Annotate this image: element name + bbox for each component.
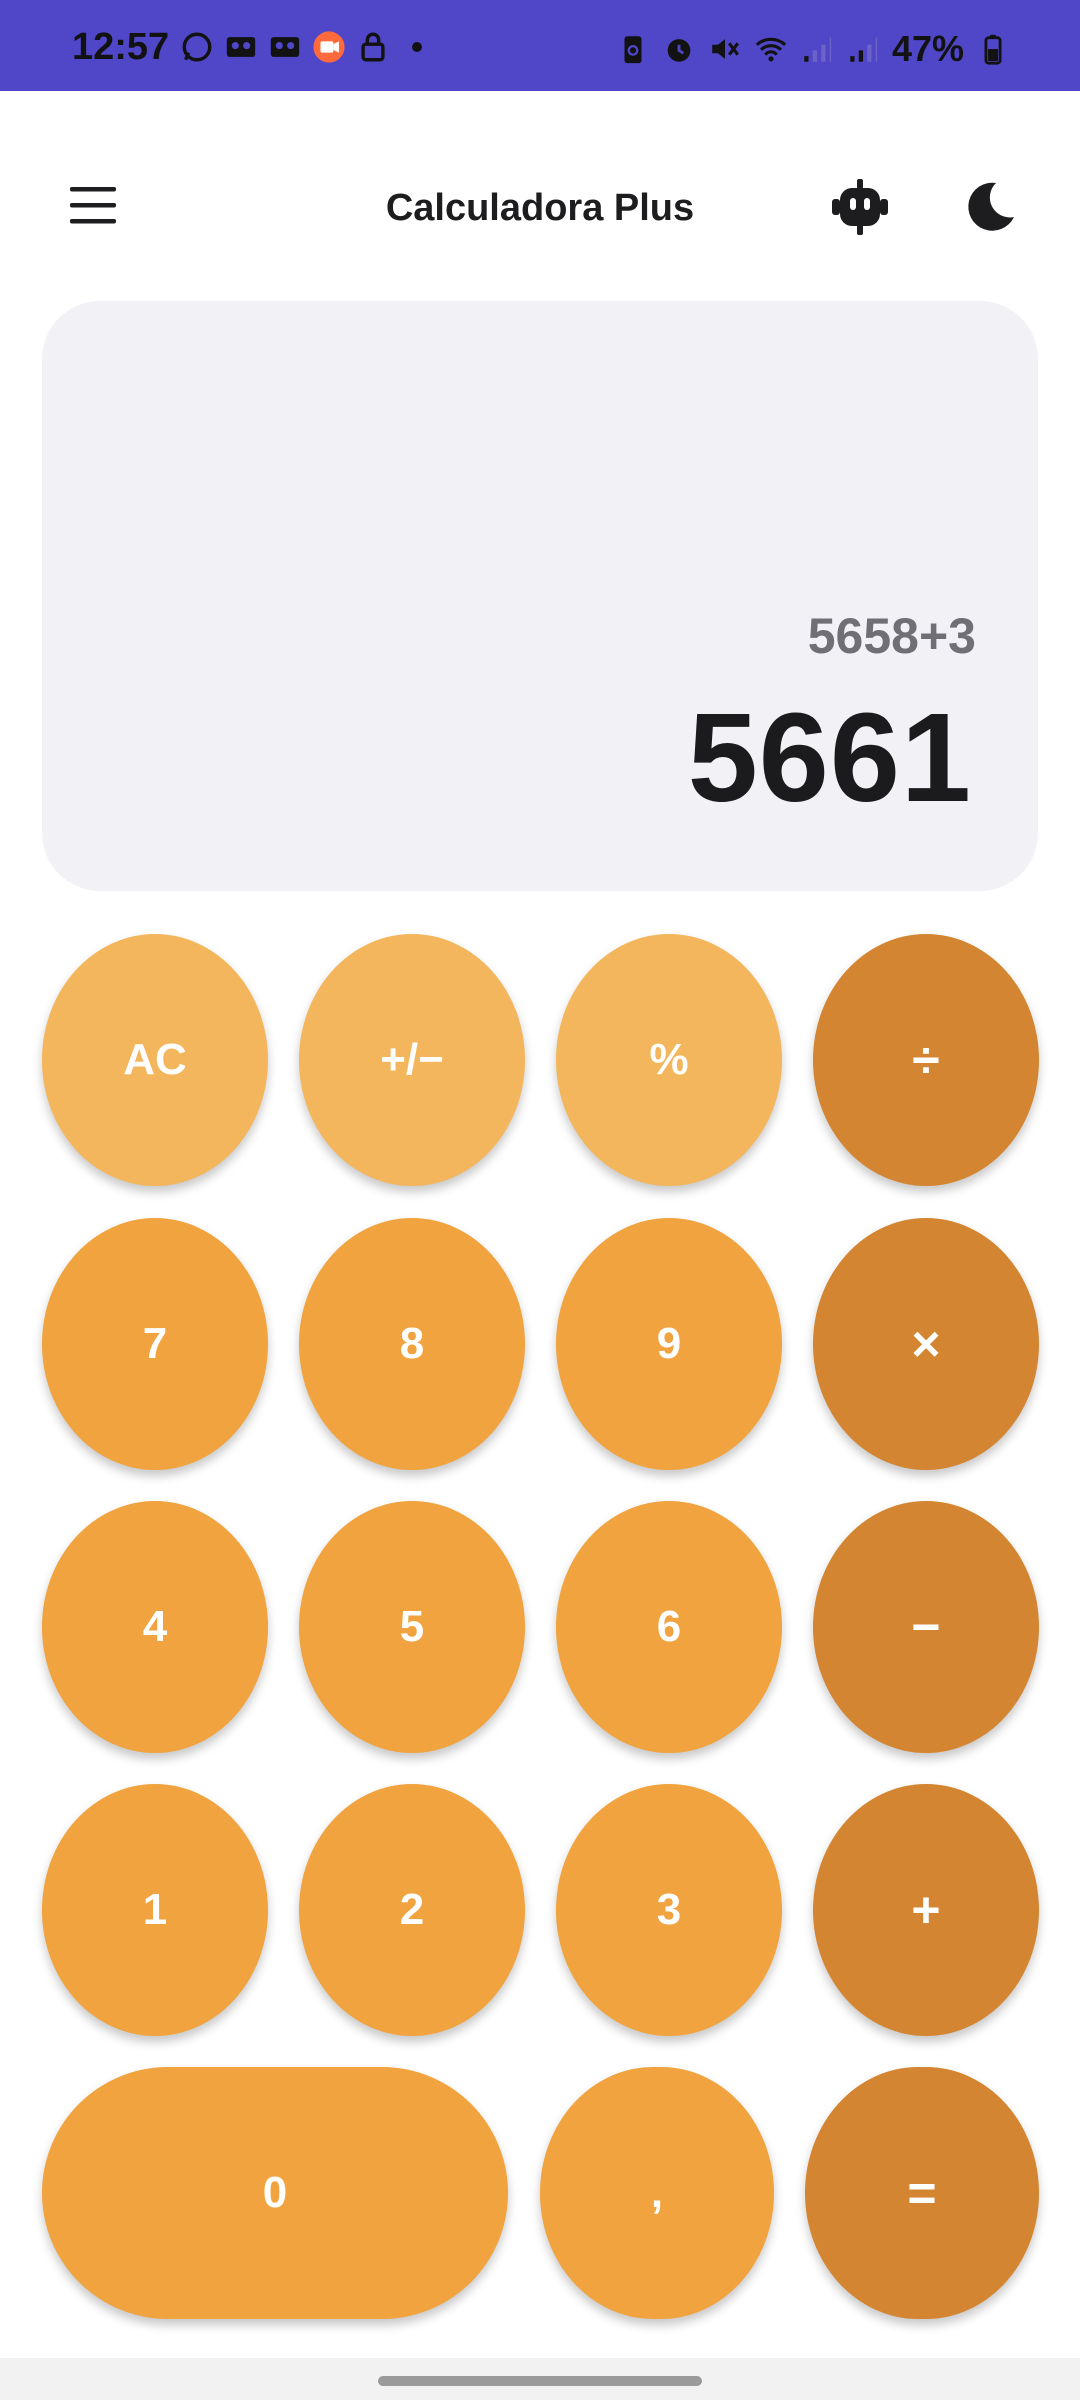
voicemail-icon [270, 37, 300, 57]
voicemail-icon [226, 37, 256, 57]
digit-7-button[interactable]: 7 [42, 1218, 268, 1470]
status-left-icons [180, 30, 434, 64]
dot-icon [412, 42, 422, 52]
percent-button[interactable]: % [556, 934, 782, 1186]
signal-icon [850, 37, 878, 62]
add-button[interactable]: + [813, 1784, 1039, 2036]
theme-toggle-button[interactable] [956, 175, 1020, 239]
digit-9-button[interactable]: 9 [556, 1218, 782, 1470]
multiply-button[interactable]: × [813, 1218, 1039, 1470]
sign-toggle-button[interactable]: +/− [299, 934, 525, 1186]
divide-button[interactable]: ÷ [813, 934, 1039, 1186]
status-time: 12:57 [72, 26, 170, 68]
screen-recorder-icon [313, 31, 345, 63]
status-right-icons: 47% [616, 28, 1010, 70]
expression-text: 5658+3 [807, 608, 976, 664]
assistant-button[interactable] [828, 175, 892, 239]
digit-6-button[interactable]: 6 [556, 1501, 782, 1753]
mute-icon [712, 39, 739, 59]
battery-saver-icon [624, 36, 642, 64]
app-title: Calculadora Plus [385, 187, 695, 229]
digit-4-button[interactable]: 4 [42, 1501, 268, 1753]
battery-percent: 47% [891, 28, 964, 69]
digit-1-button[interactable]: 1 [42, 1784, 268, 2036]
result-text: 5661 [687, 687, 972, 828]
equals-button[interactable]: = [805, 2067, 1039, 2319]
navigation-bar [0, 2358, 1080, 2400]
digit-3-button[interactable]: 3 [556, 1784, 782, 2036]
calculator-display: 5658+3 5661 [42, 301, 1038, 891]
decimal-comma-button[interactable]: , [540, 2067, 774, 2319]
robot-icon [832, 179, 888, 235]
status-bar: 12:57 47% [0, 0, 1080, 91]
moon-icon [968, 182, 1014, 231]
wifi-icon [755, 37, 787, 62]
clear-button[interactable]: AC [42, 934, 268, 1186]
digit-8-button[interactable]: 8 [299, 1218, 525, 1470]
digit-5-button[interactable]: 5 [299, 1501, 525, 1753]
app-bar: Calculadora Plus [0, 91, 1080, 291]
signal-icon [804, 37, 832, 62]
digit-2-button[interactable]: 2 [299, 1784, 525, 2036]
home-gesture-handle[interactable] [378, 2376, 702, 2386]
whatsapp-icon [182, 32, 212, 62]
lock-icon [361, 32, 385, 62]
digit-0-button[interactable]: 0 [42, 2067, 508, 2319]
alarm-icon [667, 39, 691, 62]
battery-icon [984, 34, 1002, 65]
subtract-button[interactable]: − [813, 1501, 1039, 1753]
